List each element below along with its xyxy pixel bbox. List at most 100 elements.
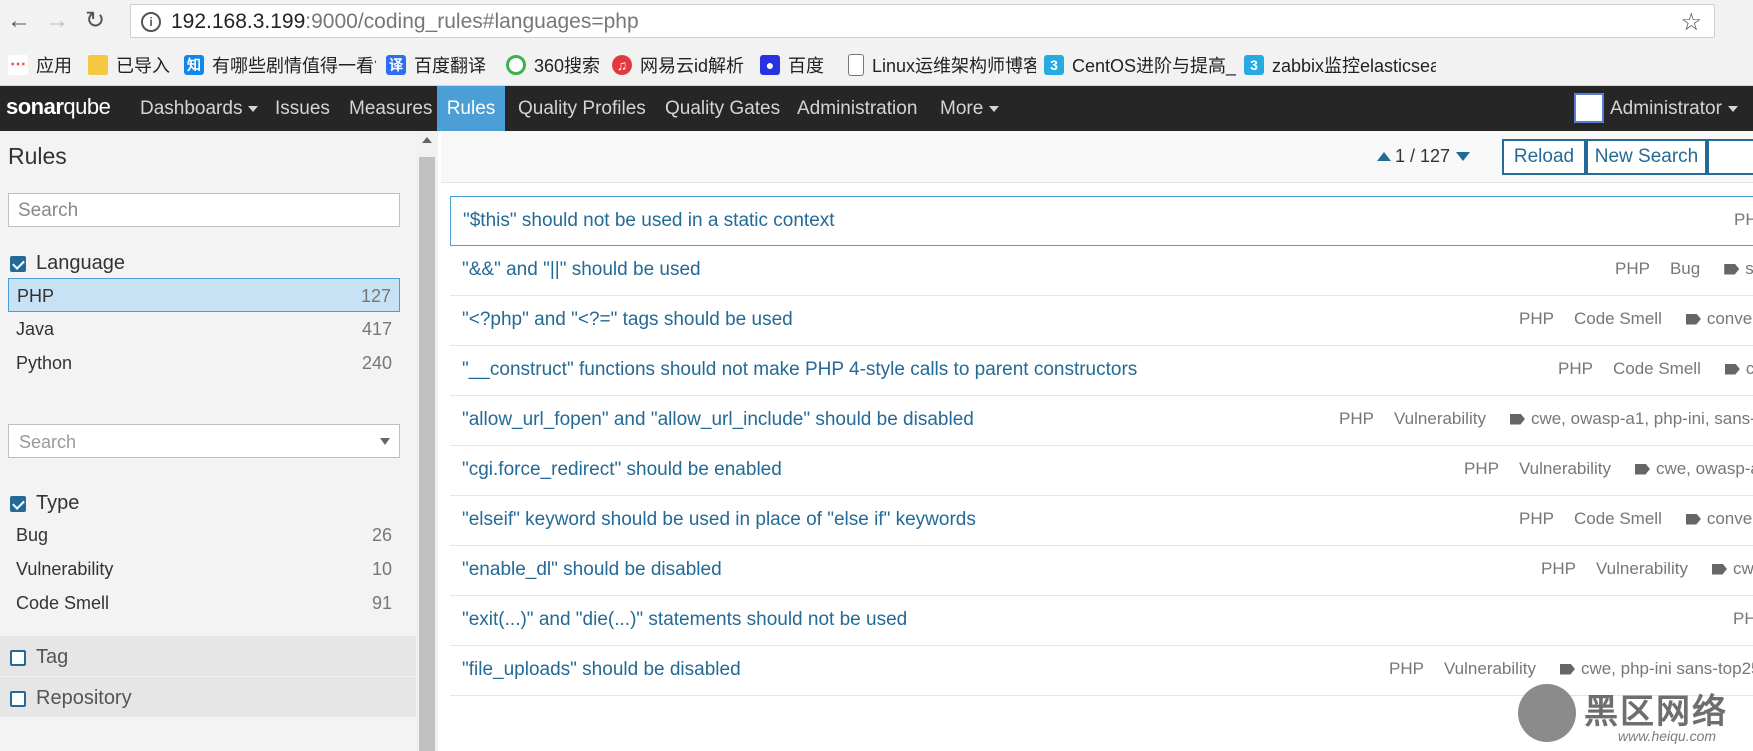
- new-search-button[interactable]: New Search: [1586, 139, 1707, 175]
- rule-tags[interactable]: con: [1746, 359, 1753, 379]
- more-button[interactable]: [1707, 139, 1753, 175]
- facet-item-java[interactable]: Java 417: [8, 312, 400, 346]
- rule-tags[interactable]: conventio: [1707, 309, 1753, 329]
- rule-language: PHP: [1464, 459, 1499, 478]
- facet-item-php[interactable]: PHP 127: [8, 278, 400, 312]
- bookmark-netease[interactable]: ♫ 网易云id解析: [612, 52, 752, 78]
- checkbox-icon[interactable]: [10, 690, 26, 707]
- rule-language: PHP: [1389, 659, 1424, 678]
- bookmark-3-icon: 3: [1244, 55, 1264, 75]
- bookmark-linux-blog[interactable]: Linux运维架构师博客: [848, 52, 1036, 78]
- nav-quality-gates[interactable]: Quality Gates: [665, 86, 780, 131]
- bookmark-centos[interactable]: 3 CentOS进阶与提高_t: [1044, 52, 1236, 78]
- rule-title[interactable]: "<?php" and "<?=" tags should be used: [462, 309, 793, 331]
- bookmark-apps[interactable]: ⋯ 应用: [8, 52, 80, 78]
- reload-icon[interactable]: ↻: [80, 6, 110, 36]
- bookmark-star-icon[interactable]: ☆: [1680, 8, 1702, 37]
- rules-header: 1 / 127 Reload New Search: [441, 131, 1753, 183]
- nav-administration[interactable]: Administration: [797, 86, 917, 131]
- rule-tags[interactable]: cwe,: [1733, 559, 1753, 579]
- nav-issues[interactable]: Issues: [275, 86, 330, 131]
- rule-type: Code Smell: [1573, 509, 1662, 528]
- rule-tags[interactable]: sus: [1745, 259, 1753, 279]
- baidu-paw-icon: ●: [760, 55, 780, 75]
- rule-item[interactable]: "allow_url_fopen" and "allow_url_include…: [450, 396, 1753, 446]
- rule-tags[interactable]: conventio: [1707, 509, 1753, 529]
- rule-item[interactable]: "cgi.force_redirect" should be enabled P…: [450, 446, 1753, 496]
- bookmark-zabbix[interactable]: 3 zabbix监控elasticsea: [1244, 52, 1436, 78]
- browser-toolbar: ← → ↻ i 192.168.3.199:9000/coding_rules#…: [0, 0, 1753, 42]
- rule-language: PHP: [1733, 609, 1753, 628]
- rule-language: PHP: [1519, 509, 1554, 528]
- facet-item-code-smell[interactable]: Code Smell 91: [8, 586, 400, 620]
- rule-item[interactable]: "<?php" and "<?=" tags should be used PH…: [450, 296, 1753, 346]
- checkbox-icon[interactable]: [10, 649, 26, 666]
- rule-tags[interactable]: cwe, owasp-a1, php-ini, sans-top2: [1531, 409, 1753, 429]
- page-icon: [848, 54, 864, 76]
- rule-title[interactable]: "$this" should not be used in a static c…: [463, 210, 835, 232]
- rule-item[interactable]: "&&" and "||" should be used PHP Bug sus: [450, 246, 1753, 296]
- 360-icon: [506, 55, 526, 75]
- rule-language: PHP: [1734, 210, 1753, 229]
- rule-title[interactable]: "enable_dl" should be disabled: [462, 559, 722, 581]
- rule-type: Vulnerability: [1518, 459, 1611, 478]
- checkbox-checked-icon[interactable]: [10, 495, 26, 512]
- rule-title[interactable]: "elseif" keyword should be used in place…: [462, 509, 976, 531]
- bookmark-zhihu[interactable]: 知 有哪些剧情值得一看?: [184, 52, 376, 78]
- rule-tags[interactable]: cwe, php-ini sans-top25-i: [1581, 659, 1753, 679]
- rule-title[interactable]: "cgi.force_redirect" should be enabled: [462, 459, 782, 481]
- rules-search-input[interactable]: Search: [8, 193, 400, 227]
- facet-type-header[interactable]: Type: [10, 492, 79, 515]
- scrollbar-thumb[interactable]: [419, 157, 435, 751]
- rule-item[interactable]: "exit(...)" and "die(...)" statements sh…: [450, 596, 1753, 646]
- rule-language: PHP: [1339, 409, 1374, 428]
- rule-item[interactable]: "__construct" functions should not make …: [450, 346, 1753, 396]
- forward-arrow-icon[interactable]: →: [42, 6, 72, 36]
- nav-quality-profiles[interactable]: Quality Profiles: [518, 86, 646, 131]
- nav-measures[interactable]: Measures: [349, 86, 432, 131]
- rule-title[interactable]: "file_uploads" should be disabled: [462, 659, 741, 681]
- rule-language: PHP: [1558, 359, 1593, 378]
- bookmark-imported[interactable]: 已导入: [88, 52, 176, 78]
- back-arrow-icon[interactable]: ←: [4, 6, 34, 36]
- rule-title[interactable]: "exit(...)" and "die(...)" statements sh…: [462, 609, 907, 631]
- facet-item-bug[interactable]: Bug 26: [8, 518, 400, 552]
- caret-down-icon: [1727, 105, 1738, 112]
- reload-button[interactable]: Reload: [1502, 139, 1586, 175]
- sidebar-scrollbar[interactable]: [416, 131, 438, 751]
- rule-item[interactable]: "enable_dl" should be disabled PHP Vulne…: [450, 546, 1753, 596]
- scroll-up-arrow-icon[interactable]: [422, 137, 432, 143]
- user-avatar[interactable]: [1574, 93, 1604, 123]
- facet-item-python[interactable]: Python 240: [8, 346, 400, 380]
- page-title: Rules: [8, 143, 67, 169]
- sonarqube-logo[interactable]: sonarqube: [6, 94, 111, 120]
- nav-rules[interactable]: Rules: [437, 86, 505, 131]
- rule-tags[interactable]: cwe, owasp-a5,: [1656, 459, 1753, 479]
- facet-item-vulnerability[interactable]: Vulnerability 10: [8, 552, 400, 586]
- facet-language-header[interactable]: Language: [10, 252, 125, 275]
- facet-repository[interactable]: Repository: [0, 677, 416, 717]
- rule-language: PHP: [1615, 259, 1650, 278]
- rule-title[interactable]: "__construct" functions should not make …: [462, 359, 1137, 381]
- previous-arrow-icon[interactable]: [1377, 152, 1391, 161]
- facet-tag[interactable]: Tag: [0, 636, 416, 676]
- rule-item[interactable]: "elseif" keyword should be used in place…: [450, 496, 1753, 546]
- next-arrow-icon[interactable]: [1456, 152, 1471, 161]
- address-bar[interactable]: i 192.168.3.199:9000/coding_rules#langua…: [130, 4, 1715, 38]
- rule-type: Vulnerability: [1443, 659, 1536, 678]
- bookmark-baidu[interactable]: ● 百度: [760, 52, 840, 78]
- bookmark-360[interactable]: 360搜索: [506, 52, 604, 78]
- tag-icon: [1685, 313, 1701, 325]
- info-icon[interactable]: i: [141, 12, 161, 32]
- translate-icon: 译: [386, 55, 406, 75]
- rule-title[interactable]: "&&" and "||" should be used: [462, 259, 701, 281]
- nav-dashboards[interactable]: Dashboards: [140, 86, 259, 131]
- rule-title[interactable]: "allow_url_fopen" and "allow_url_include…: [462, 409, 974, 431]
- rule-item[interactable]: "$this" should not be used in a static c…: [450, 196, 1753, 246]
- nav-more[interactable]: More: [940, 86, 1000, 131]
- url-text[interactable]: 192.168.3.199:9000/coding_rules#language…: [171, 10, 639, 34]
- bookmark-baidu-translate[interactable]: 译 百度翻译: [386, 52, 498, 78]
- user-menu[interactable]: Administrator: [1610, 86, 1738, 131]
- language-search-select[interactable]: Search: [8, 424, 400, 458]
- checkbox-checked-icon[interactable]: [10, 255, 26, 272]
